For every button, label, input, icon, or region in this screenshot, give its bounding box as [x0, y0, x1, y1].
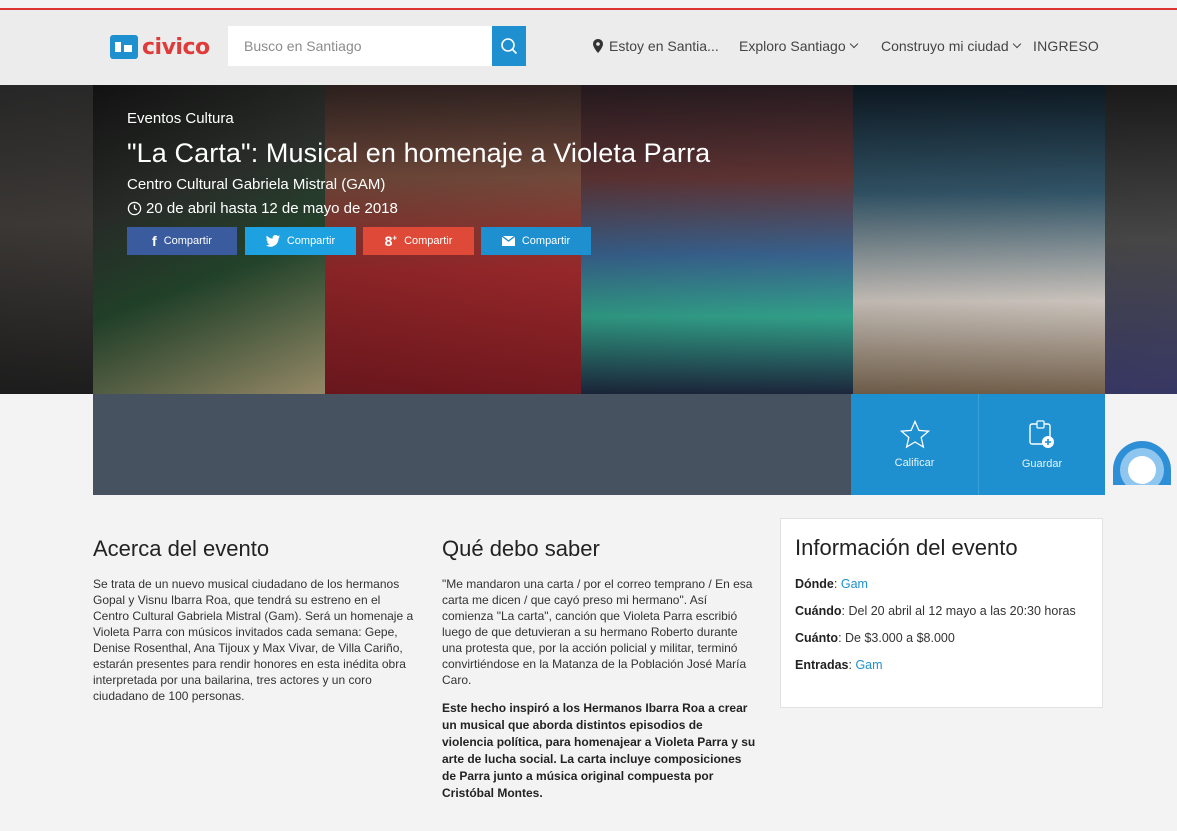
- star-icon: [899, 420, 930, 449]
- site-header: civico Estoy en Santia... Exploro Santia…: [0, 10, 1177, 85]
- share-email-button[interactable]: Compartir: [481, 227, 591, 255]
- event-category[interactable]: Eventos Cultura: [127, 110, 234, 127]
- twitter-icon: [265, 235, 280, 247]
- chevron-down-icon: [849, 39, 858, 49]
- info-when: Cuándo: Del 20 abril al 12 mayo a las 20…: [795, 604, 1076, 618]
- about-section: Acerca del evento Se trata de un nuevo m…: [93, 536, 418, 704]
- info-price: Cuánto: De $3.000 a $8.000: [795, 631, 955, 645]
- chat-icon: [1120, 448, 1164, 485]
- event-dates: 20 de abril hasta 12 de mayo de 2018: [127, 200, 398, 217]
- event-hero: Eventos Cultura "La Carta": Musical en h…: [0, 85, 1177, 394]
- event-venue: Centro Cultural Gabriela Mistral (GAM): [127, 176, 386, 193]
- save-label: Guardar: [1021, 457, 1063, 470]
- rate-button[interactable]: Calificar: [851, 394, 978, 495]
- info-where: Dónde: Gam: [795, 577, 868, 591]
- info-where-link[interactable]: Gam: [841, 577, 868, 591]
- search-button[interactable]: [492, 26, 526, 66]
- know-bold-text: Este hecho inspiró a los Hermanos Ibarra…: [442, 701, 756, 800]
- info-heading: Información del evento: [795, 535, 1018, 560]
- know-section: Qué debo saber "Me mandaron una carta / …: [442, 536, 757, 802]
- info-tickets-link[interactable]: Gam: [855, 658, 882, 672]
- info-price-value: De $3.000 a $8.000: [845, 631, 955, 645]
- civico-logo[interactable]: civico: [110, 32, 210, 62]
- chevron-down-icon: [1012, 39, 1021, 49]
- info-where-label: Dónde: [795, 577, 834, 591]
- google-plus-icon: 8+: [384, 233, 398, 249]
- facebook-icon: f: [152, 233, 157, 249]
- about-heading: Acerca del evento: [93, 536, 270, 561]
- civico-logo-text: civico: [142, 34, 210, 60]
- nav-build[interactable]: Construyo mi ciudad: [881, 36, 1021, 56]
- know-text: "Me mandaron una carta / por el correo t…: [442, 577, 753, 687]
- search-input[interactable]: [228, 26, 493, 66]
- login-link[interactable]: INGRESO: [1033, 36, 1099, 56]
- share-label: Compartir: [404, 235, 453, 247]
- share-label: Compartir: [521, 235, 571, 247]
- info-when-label: Cuándo: [795, 604, 842, 618]
- nav-location-label: Estoy en Santia...: [609, 38, 719, 54]
- know-heading: Qué debo saber: [442, 536, 600, 561]
- civico-logo-icon: [110, 35, 138, 59]
- search-icon: [501, 38, 518, 55]
- share-label: Compartir: [163, 235, 212, 247]
- nav-location[interactable]: Estoy en Santia...: [593, 36, 719, 56]
- chat-widget-button[interactable]: [1113, 441, 1171, 485]
- envelope-icon: [501, 236, 515, 246]
- save-calendar-icon: [1029, 419, 1054, 448]
- event-title: "La Carta": Musical en homenaje a Violet…: [127, 138, 711, 168]
- info-tickets-label: Entradas: [795, 658, 849, 672]
- rate-label: Calificar: [894, 457, 935, 469]
- nav-build-label: Construyo mi ciudad: [881, 38, 1009, 54]
- share-facebook-button[interactable]: f Compartir: [127, 227, 237, 255]
- event-dates-text: 20 de abril hasta 12 de mayo de 2018: [146, 200, 398, 217]
- share-googleplus-button[interactable]: 8+ Compartir: [363, 227, 474, 255]
- event-info-card: Información del evento Dónde: Gam Cuándo…: [780, 518, 1103, 708]
- about-text: Se trata de un nuevo musical ciudadano d…: [93, 577, 414, 703]
- location-pin-icon: [593, 39, 603, 53]
- info-when-value: Del 20 abril al 12 mayo a las 20:30 hora…: [848, 604, 1076, 618]
- share-twitter-button[interactable]: Compartir: [245, 227, 356, 255]
- clock-icon: [127, 201, 142, 216]
- nav-explore-label: Exploro Santiago: [739, 38, 846, 54]
- share-label: Compartir: [286, 235, 336, 247]
- nav-explore[interactable]: Exploro Santiago: [739, 36, 858, 56]
- info-price-label: Cuánto: [795, 631, 839, 645]
- info-tickets: Entradas: Gam: [795, 658, 883, 672]
- save-button[interactable]: Guardar: [978, 394, 1105, 495]
